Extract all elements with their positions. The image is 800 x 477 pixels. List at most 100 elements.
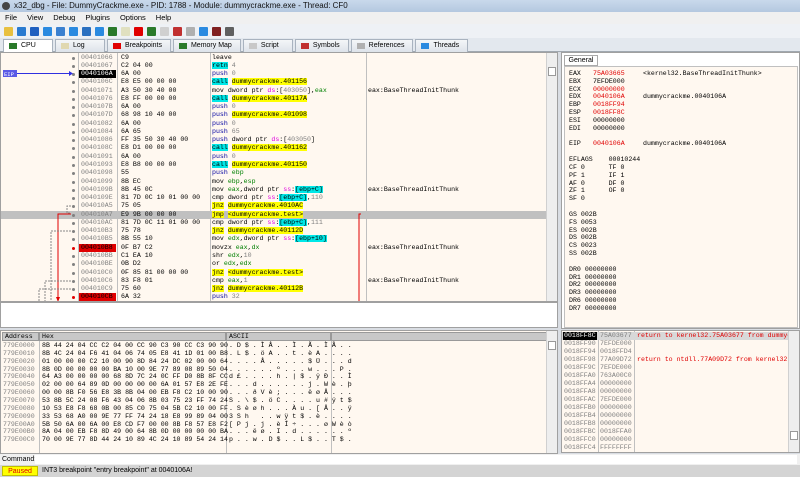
disasm-row[interactable]: 00401082 6A 00 push 0 xyxy=(1,120,548,128)
font-icon[interactable] xyxy=(225,26,234,36)
disasm-row[interactable]: 00401066 C9 leave xyxy=(1,54,548,62)
register-value-eax[interactable]: 75A03665 xyxy=(593,70,625,77)
disasm-row[interactable]: 004010B3 75 78 jnz dummycrackme.40112D xyxy=(1,227,548,235)
disasm-row[interactable]: 004010AC 81 7D 0C 11 01 00 00 cmp dword pt… xyxy=(1,218,548,227)
menu-view[interactable]: View xyxy=(27,12,43,24)
disasm-row[interactable]: 004010BB C1 EA 10 shr edx,10 xyxy=(1,252,548,260)
dump-scrollbar[interactable] xyxy=(546,331,557,453)
dump-row[interactable]: 779E00B0 8A 04 00 EB F8 8D 49 00 64 8B 0D… xyxy=(1,428,547,436)
tab-log[interactable]: Log xyxy=(55,39,105,52)
dump-row[interactable]: 779E0080 10 53 E8 F8 68 0B 00 85 C0 75 04… xyxy=(1,405,547,413)
script-icon[interactable] xyxy=(160,26,169,36)
disasm-row[interactable]: 004010A5 75 05 jnz dummycrackme.4010AC xyxy=(1,202,548,210)
disasm-row[interactable]: 004010B5 8B 55 10 mov edx,dword ptr ss:[eb… xyxy=(1,235,548,243)
disasm-row[interactable]: 0040107B 6A 00 push 0 xyxy=(1,103,548,111)
register-value-edi[interactable]: 00000000 xyxy=(593,125,625,132)
stack-row[interactable]: 0018FFC4 FFFFFFFF xyxy=(562,444,790,452)
breakpoint-icon[interactable] xyxy=(134,26,143,36)
stack-row[interactable]: 0018FF8C 75A03677 return to kernel32.75A03… xyxy=(562,332,795,340)
disasm-row[interactable]: 0040108C E8 D1 00 00 00 call dummycrackme.… xyxy=(1,144,548,152)
command-input[interactable] xyxy=(35,455,797,464)
disasm-row[interactable]: 004010B8 0F B7 C2 movzx eax,dx eax:BaseThre… xyxy=(1,243,548,252)
references-icon[interactable] xyxy=(186,26,195,36)
disassembly-scrollbar[interactable] xyxy=(546,53,557,301)
registers-view[interactable]: EAX 75A03665 <kernel32.BaseThreadInitThunk… xyxy=(564,66,798,328)
pause-icon[interactable] xyxy=(56,26,65,36)
dump-view[interactable]: Address Hex ASCII 779E0000 8B 44 24 04 CC… xyxy=(0,330,558,454)
stack-row[interactable]: 0018FFBC 0018FFA0 xyxy=(562,428,790,436)
disasm-row[interactable]: 00401084 6A 65 push 65 xyxy=(1,128,548,136)
disasm-row[interactable]: 00401086 FF 35 50 30 40 00 push dword ptr … xyxy=(1,136,548,144)
disasm-row[interactable]: 00401098 55 push ebp xyxy=(1,169,548,177)
register-value-ebp[interactable]: 0018FF94 xyxy=(593,101,625,108)
stack-row[interactable]: 0018FF90 7EFDE000 xyxy=(562,340,790,348)
tab-memory-map[interactable]: Memory Map xyxy=(172,39,241,52)
stack-row[interactable]: 0018FF94 0018FFD4 xyxy=(562,348,790,356)
disasm-row[interactable]: 004010BE 0B D2 or edx,edx xyxy=(1,260,548,268)
disasm-row[interactable]: 0040109E 81 7D 0C 10 01 00 00 cmp dword pt… xyxy=(1,194,548,202)
dump-row[interactable]: 779E0010 8B 4C 24 04 F6 41 04 06 74 05 E8… xyxy=(1,350,547,358)
step-into-icon[interactable] xyxy=(69,26,78,36)
dump-row[interactable]: 779E0000 8B 44 24 04 CC C2 04 00 CC 90 C3… xyxy=(1,342,547,350)
register-value-ebx[interactable]: 7EFDE000 xyxy=(593,78,625,85)
stack-row[interactable]: 0018FF9C 7EFDE000 xyxy=(562,364,790,372)
stack-row[interactable]: 0018FFB4 00000000 xyxy=(562,412,790,420)
log-icon[interactable] xyxy=(121,26,130,36)
register-value-esp[interactable]: 0018FF8C xyxy=(593,109,625,116)
disasm-row[interactable]: 004010C6 83 F8 01 cmp eax,1 eax:BaseThreadI… xyxy=(1,277,548,285)
stack-row[interactable]: 0018FFB0 00000000 xyxy=(562,404,790,412)
disasm-row[interactable]: 00401076 E8 FF 00 00 00 call dummycrackme.… xyxy=(1,94,548,103)
execute-till-return-icon[interactable] xyxy=(95,26,104,36)
disasm-row[interactable]: 00401071 A3 50 30 40 00 mov dword ptr ds:[… xyxy=(1,87,548,95)
disasm-row[interactable]: 0040106C E8 E5 00 00 00 call dummycrackme.… xyxy=(1,78,548,86)
stack-row[interactable]: 0018FFC0 00000000 xyxy=(562,436,790,444)
dump-row[interactable]: 779E0060 00 00 8B F0 56 E8 3B 8B 04 00 EB… xyxy=(1,389,547,397)
menu-debug[interactable]: Debug xyxy=(53,12,75,24)
dump-row[interactable]: 779E0040 64 A3 00 00 00 00 68 8D 7C 24 0C… xyxy=(1,373,547,381)
disasm-row[interactable]: 00401099 8B EC mov ebp,esp xyxy=(1,178,548,186)
disassembly-view[interactable]: 00401066 C9 leave 00401067 C2 04 00 retn 4 004… xyxy=(0,52,558,302)
disasm-row[interactable]: 00401093 E8 B8 00 00 00 call dummycrackme.… xyxy=(1,161,548,169)
tab-script[interactable]: Script xyxy=(242,39,293,52)
register-value-ecx[interactable]: 00000000 xyxy=(593,86,625,93)
dump-header-ascii[interactable]: ASCII xyxy=(226,332,331,341)
tab-symbols[interactable]: Symbols xyxy=(294,39,349,52)
stack-row[interactable]: 0018FFA4 00000000 xyxy=(562,380,790,388)
stop-icon[interactable] xyxy=(30,26,39,36)
dump-header-hex[interactable]: Hex xyxy=(39,332,226,341)
run-icon[interactable] xyxy=(43,26,52,36)
dump-header-address[interactable]: Address xyxy=(2,332,39,341)
symbols-icon[interactable] xyxy=(173,26,182,36)
dump-row[interactable]: 779E00C0 70 00 9E 77 8D 44 24 10 89 4C 24… xyxy=(1,436,547,444)
stack-row[interactable]: 0018FF98 77A09D72 return to ntdll.77A09D72… xyxy=(562,356,795,364)
tab-breakpoints[interactable]: Breakpoints xyxy=(107,39,171,52)
restart-icon[interactable] xyxy=(17,26,26,36)
tab-threads[interactable]: Threads xyxy=(415,39,469,52)
disasm-row[interactable]: 004010C9 75 60 jnz dummycrackme.40112B xyxy=(1,285,548,293)
menu-file[interactable]: File xyxy=(5,12,17,24)
stack-row[interactable]: 0018FFAC 7EFDE000 xyxy=(562,396,790,404)
tab-general[interactable]: General xyxy=(564,55,598,66)
stack-view[interactable]: 0018FF8C 75A03677 return to kernel32.75A03… xyxy=(561,330,800,453)
menu-options[interactable]: Options xyxy=(120,12,146,24)
dump-row[interactable]: 779E0070 53 8B 5C 24 08 F6 43 04 06 8B 03… xyxy=(1,397,547,405)
disasm-row[interactable]: 0040106A 6A 00 push 0 xyxy=(1,70,548,79)
dump-row[interactable]: 779E00A0 5B 50 6A 00 6A 00 E8 CD F7 00 00… xyxy=(1,421,547,429)
disasm-row[interactable]: 0040109B 8B 45 0C mov eax,dword ptr ss:[eb… xyxy=(1,185,548,194)
dump-row[interactable]: 779E0020 01 00 00 00 C2 10 00 90 8D 84 24… xyxy=(1,358,547,366)
stack-row[interactable]: 0018FFB8 00000000 xyxy=(562,420,790,428)
cpu-icon[interactable] xyxy=(108,26,117,36)
disasm-row[interactable]: 004010C0 0F 85 81 00 00 00 jnz <dummycrack… xyxy=(1,268,548,277)
disasm-row[interactable]: 00401067 C2 04 00 retn 4 xyxy=(1,61,548,70)
disasm-row[interactable]: 004010A7 E9 9B 00 00 00 jmp <dummycrackme.… xyxy=(1,210,548,219)
threads-icon[interactable] xyxy=(199,26,208,36)
calculator-icon[interactable] xyxy=(212,26,221,36)
menu-help[interactable]: Help xyxy=(156,12,171,24)
menu-plugins[interactable]: Plugins xyxy=(85,12,110,24)
register-value-eip[interactable]: 0040106A xyxy=(593,140,625,147)
tab-references[interactable]: References xyxy=(350,39,414,52)
step-over-icon[interactable] xyxy=(82,26,91,36)
stack-row[interactable]: 0018FFA8 00000000 xyxy=(562,388,790,396)
stack-row[interactable]: 0018FFA0 763A00C0 xyxy=(562,372,790,380)
register-value-edx[interactable]: 0040106A xyxy=(593,93,625,100)
